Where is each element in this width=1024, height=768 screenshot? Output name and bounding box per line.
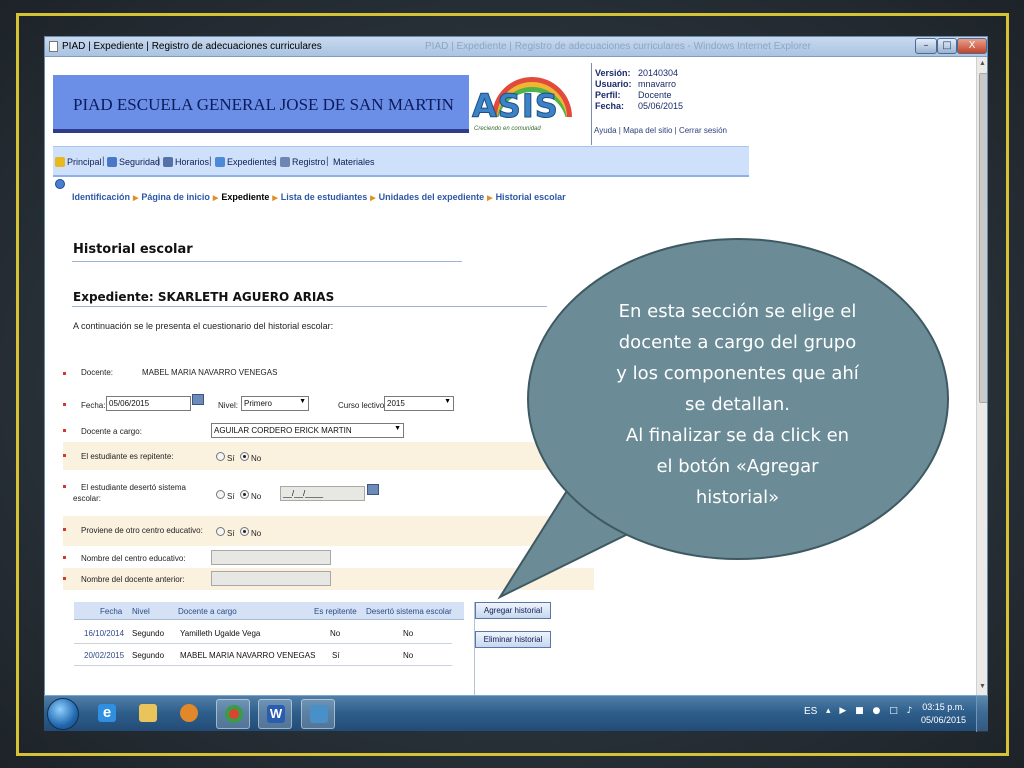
callout-line: y los componentes que ahí — [616, 363, 859, 384]
callout-line: historial» — [695, 487, 780, 508]
callout-line: En esta sección se elige el — [618, 301, 857, 322]
callout-line: se detallan. — [685, 394, 790, 415]
callout-line: docente a cargo del grupo — [618, 332, 857, 353]
callout-line: Al finalizar se da click en — [625, 425, 850, 446]
callout-line: el botón «Agregar — [656, 456, 819, 477]
callout-text: En esta sección se elige el docente a ca… — [575, 296, 900, 513]
